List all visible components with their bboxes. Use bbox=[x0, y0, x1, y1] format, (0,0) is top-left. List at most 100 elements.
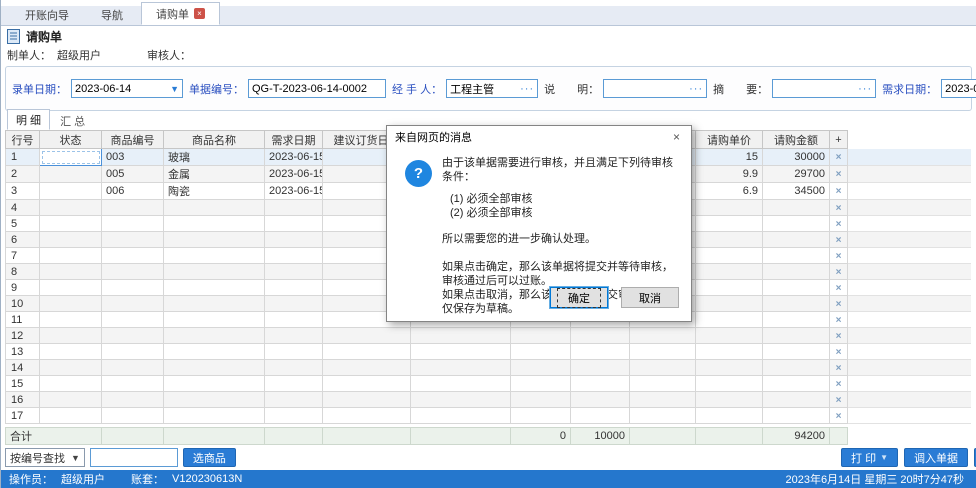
grid-cell[interactable] bbox=[630, 344, 696, 360]
row-delete-icon[interactable]: × bbox=[834, 251, 843, 262]
row-delete-cell[interactable]: × bbox=[830, 166, 848, 183]
grid-cell[interactable] bbox=[265, 248, 323, 264]
search-mode-select[interactable]: 按编号查找 ▼ bbox=[5, 448, 85, 467]
close-icon[interactable]: × bbox=[670, 130, 683, 144]
row-delete-cell[interactable]: × bbox=[830, 264, 848, 280]
row-delete-icon[interactable]: × bbox=[834, 219, 843, 230]
grid-cell[interactable]: 8 bbox=[6, 264, 40, 280]
search-input[interactable] bbox=[90, 448, 178, 467]
grid-cell[interactable] bbox=[265, 328, 323, 344]
grid-cell[interactable] bbox=[696, 248, 763, 264]
grid-cell[interactable] bbox=[164, 376, 265, 392]
grid-cell[interactable] bbox=[164, 360, 265, 376]
grid-cell[interactable]: 1 bbox=[6, 149, 40, 166]
grid-cell[interactable] bbox=[763, 296, 830, 312]
row-delete-cell[interactable]: × bbox=[830, 232, 848, 248]
grid-cell[interactable]: 陶瓷 bbox=[164, 183, 265, 200]
row-delete-cell[interactable]: × bbox=[830, 408, 848, 424]
grid-cell[interactable] bbox=[696, 264, 763, 280]
grid-cell[interactable] bbox=[696, 312, 763, 328]
dialog-title-bar[interactable]: 来自网页的消息 × bbox=[387, 126, 691, 148]
row-delete-cell[interactable]: × bbox=[830, 216, 848, 232]
note-field[interactable]: ··· bbox=[603, 79, 707, 98]
grid-cell[interactable] bbox=[265, 200, 323, 216]
grid-cell[interactable] bbox=[102, 392, 164, 408]
grid-cell[interactable] bbox=[102, 408, 164, 424]
grid-cell[interactable]: 7 bbox=[6, 248, 40, 264]
grid-cell[interactable] bbox=[164, 200, 265, 216]
grid-cell[interactable] bbox=[511, 360, 571, 376]
grid-cell[interactable] bbox=[265, 408, 323, 424]
grid-cell[interactable] bbox=[763, 264, 830, 280]
row-delete-icon[interactable]: × bbox=[834, 331, 843, 342]
row-delete-icon[interactable]: × bbox=[834, 169, 843, 180]
grid-cell[interactable] bbox=[411, 392, 511, 408]
grid-cell[interactable]: 2 bbox=[6, 166, 40, 183]
grid-cell[interactable]: 17 bbox=[6, 408, 40, 424]
row-delete-icon[interactable]: × bbox=[834, 395, 843, 406]
grid-cell[interactable] bbox=[265, 360, 323, 376]
grid-cell[interactable]: 4 bbox=[6, 200, 40, 216]
grid-cell[interactable] bbox=[40, 280, 102, 296]
grid-cell[interactable] bbox=[323, 376, 411, 392]
grid-cell[interactable] bbox=[40, 183, 102, 200]
grid-cell[interactable]: 2023-06-15 bbox=[265, 149, 323, 166]
grid-cell[interactable] bbox=[265, 232, 323, 248]
grid-cell[interactable] bbox=[164, 296, 265, 312]
grid-cell[interactable] bbox=[40, 248, 102, 264]
grid-cell[interactable]: 6.9 bbox=[696, 183, 763, 200]
grid-cell[interactable] bbox=[630, 392, 696, 408]
row-delete-icon[interactable]: × bbox=[834, 235, 843, 246]
grid-cell[interactable] bbox=[696, 392, 763, 408]
grid-cell[interactable] bbox=[763, 328, 830, 344]
grid-cell[interactable] bbox=[511, 344, 571, 360]
grid-cell[interactable] bbox=[511, 328, 571, 344]
grid-cell[interactable] bbox=[265, 216, 323, 232]
tab-detail[interactable]: 明 细 bbox=[7, 109, 50, 130]
row-delete-icon[interactable]: × bbox=[834, 315, 843, 326]
grid-cell[interactable] bbox=[102, 200, 164, 216]
grid-cell[interactable] bbox=[763, 280, 830, 296]
grid-cell[interactable] bbox=[571, 360, 630, 376]
grid-cell[interactable]: 005 bbox=[102, 166, 164, 183]
grid-cell[interactable] bbox=[265, 296, 323, 312]
row-delete-cell[interactable]: × bbox=[830, 376, 848, 392]
grid-cell[interactable]: 003 bbox=[102, 149, 164, 166]
ok-button[interactable]: 确定 bbox=[550, 287, 608, 308]
row-delete-cell[interactable]: × bbox=[830, 280, 848, 296]
grid-cell[interactable] bbox=[164, 408, 265, 424]
grid-cell[interactable] bbox=[696, 328, 763, 344]
grid-cell[interactable] bbox=[323, 408, 411, 424]
memo-input[interactable] bbox=[776, 83, 855, 95]
grid-cell[interactable] bbox=[323, 344, 411, 360]
print-button[interactable]: 打 印 ▼ bbox=[841, 448, 898, 467]
grid-cell[interactable] bbox=[571, 408, 630, 424]
grid-cell[interactable] bbox=[164, 264, 265, 280]
grid-cell[interactable]: 15 bbox=[696, 149, 763, 166]
lookup-ellipsis-icon[interactable]: ··· bbox=[855, 83, 872, 95]
grid-cell[interactable] bbox=[696, 232, 763, 248]
grid-cell[interactable] bbox=[265, 392, 323, 408]
grid-cell[interactable] bbox=[40, 149, 102, 166]
grid-cell[interactable] bbox=[630, 328, 696, 344]
grid-cell[interactable] bbox=[40, 360, 102, 376]
grid-cell[interactable] bbox=[102, 216, 164, 232]
grid-cell[interactable] bbox=[630, 408, 696, 424]
grid-cell[interactable] bbox=[411, 360, 511, 376]
grid-cell[interactable] bbox=[511, 392, 571, 408]
doc-no-field[interactable] bbox=[248, 79, 386, 98]
tab-purchase-requisition[interactable]: 请购单 × bbox=[141, 2, 220, 25]
grid-cell[interactable] bbox=[571, 392, 630, 408]
grid-cell[interactable]: 2023-06-15 bbox=[265, 183, 323, 200]
grid-cell[interactable] bbox=[323, 328, 411, 344]
row-delete-cell[interactable]: × bbox=[830, 248, 848, 264]
lookup-ellipsis-icon[interactable]: ··· bbox=[517, 83, 534, 95]
grid-cell[interactable] bbox=[763, 408, 830, 424]
grid-cell[interactable]: 2023-06-15 bbox=[265, 166, 323, 183]
grid-cell[interactable] bbox=[265, 312, 323, 328]
grid-cell[interactable] bbox=[164, 248, 265, 264]
row-delete-icon[interactable]: × bbox=[834, 283, 843, 294]
tab-close-icon[interactable]: × bbox=[194, 8, 205, 19]
grid-cell[interactable] bbox=[164, 392, 265, 408]
grid-cell[interactable]: 13 bbox=[6, 344, 40, 360]
